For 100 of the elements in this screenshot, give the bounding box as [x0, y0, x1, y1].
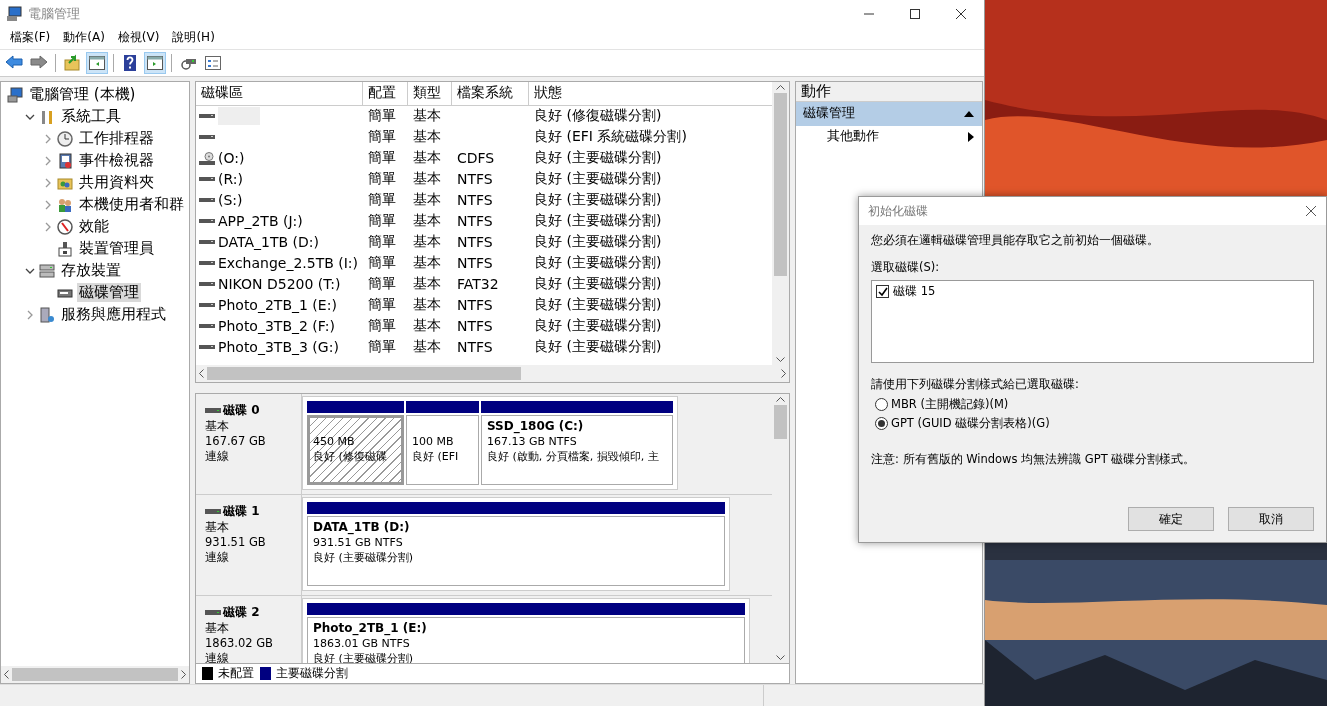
dialog-title: 初始化磁碟	[868, 202, 928, 220]
list-item[interactable]: 磁碟 15	[893, 284, 936, 299]
chevron-right-icon	[45, 155, 51, 166]
drive-icon	[199, 345, 215, 350]
field-label: 選取磁碟(S):	[871, 260, 941, 275]
menu-item[interactable]: 檢視(V)	[111, 29, 167, 47]
table-cell-text: 良好 (主要磁碟分割)	[533, 338, 663, 357]
table-cell-text: NTFS	[456, 171, 494, 188]
tree-item[interactable]: 事件檢視器	[77, 151, 156, 171]
menu-item[interactable]: 說明(H)	[166, 29, 222, 47]
partition-size: 450 MB	[313, 433, 356, 449]
radio-label[interactable]: MBR (主開機記錄)(M)	[891, 397, 1009, 412]
table-cell-text: 良好 (主要磁碟分割)	[533, 275, 663, 294]
column-header[interactable]: 狀態	[529, 81, 769, 105]
disk-name: 磁碟 0	[223, 401, 260, 419]
ok-button[interactable]: 確定	[1128, 507, 1214, 531]
tree-item[interactable]: 服務與應用程式	[59, 305, 168, 325]
chevron-right-icon	[45, 177, 51, 188]
pane-button[interactable]	[144, 51, 166, 74]
column-header[interactable]: 配置	[363, 81, 408, 105]
table-cell-text: 簡單	[367, 170, 397, 189]
pane-button[interactable]	[86, 51, 108, 74]
chevron-right-icon	[45, 133, 51, 144]
drive-icon	[199, 135, 215, 140]
scroll-thumb[interactable]	[12, 668, 178, 682]
tree-item[interactable]: 工作排程器	[77, 129, 156, 149]
tree-item[interactable]: 裝置管理員	[77, 239, 156, 259]
window-title: 電腦管理	[28, 4, 81, 23]
computer-icon	[7, 86, 23, 103]
scroll-thumb[interactable]	[207, 366, 522, 380]
table-cell-text: NTFS	[456, 213, 494, 230]
table-cell-text: 簡單	[367, 338, 397, 357]
dialog-message: 您必須在邏輯磁碟管理員能存取它之前初始一個磁碟。	[871, 233, 1160, 248]
drive-icon	[199, 177, 215, 182]
scroll-up-icon	[776, 396, 785, 402]
table-cell-text: 良好 (主要磁碟分割)	[533, 191, 663, 210]
horizontal-scrollbar[interactable]	[196, 364, 789, 382]
column-header[interactable]: 檔案系統	[452, 81, 529, 105]
disk-name: 磁碟 1	[223, 502, 260, 520]
table-cell-text: 簡單	[367, 233, 397, 252]
list-window-icon	[204, 53, 222, 72]
action-item[interactable]: 其他動作	[796, 125, 982, 148]
partition[interactable]: 100 MB 良好 (EFI	[406, 414, 479, 485]
partition[interactable]: DATA_1TB (D:) 931.51 GB NTFS 良好 (主要磁碟分割)	[307, 515, 725, 586]
radio-label[interactable]: GPT (GUID 磁碟分割表格)(G)	[891, 416, 1050, 431]
vertical-scrollbar[interactable]	[772, 81, 789, 365]
checkbox[interactable]	[876, 285, 889, 298]
table-cell-text: 簡單	[367, 317, 397, 336]
disk-status: 連線	[205, 448, 230, 464]
drive-icon	[199, 303, 215, 308]
tree-item[interactable]: 系統工具	[59, 107, 123, 127]
disk-type: 基本	[205, 519, 230, 535]
scroll-down-icon	[776, 654, 785, 660]
pane-icon	[88, 53, 106, 72]
section-title: 磁碟管理	[803, 105, 855, 123]
scroll-thumb[interactable]	[774, 404, 787, 440]
users-icon	[57, 196, 73, 213]
chevron-right-icon	[45, 221, 51, 232]
partition[interactable]: 450 MB 良好 (修復磁碟	[307, 414, 404, 485]
forward-arrow-icon	[30, 53, 48, 72]
radio-button[interactable]	[875, 417, 888, 430]
partition-size: 1863.01 GB NTFS	[313, 636, 411, 651]
scroll-thumb[interactable]	[774, 92, 787, 276]
action-section[interactable]: 磁碟管理	[796, 101, 982, 126]
partition-status: 良好 (啟動, 分頁檔案, 損毀傾印, 主	[487, 448, 660, 464]
tree-item[interactable]: 存放裝置	[59, 261, 123, 281]
drive-icon	[199, 198, 215, 203]
cd-drive-icon	[199, 151, 215, 165]
table-cell-text: 基本	[412, 338, 442, 357]
horizontal-scrollbar[interactable]	[1, 666, 189, 684]
table-cell-text: NTFS	[456, 339, 494, 356]
drive-icon	[199, 282, 215, 287]
menu-item[interactable]: 動作(A)	[57, 29, 112, 47]
table-cell-text: NTFS	[456, 234, 494, 251]
tree-item[interactable]: 本機使用者和群	[77, 195, 186, 215]
disk-type: 基本	[205, 418, 230, 434]
table-cell: DATA_1TB (D:)	[218, 234, 319, 251]
menu-item[interactable]: 檔案(F)	[4, 29, 58, 47]
radio-button[interactable]	[875, 398, 888, 411]
table-cell-text: 簡單	[367, 191, 397, 210]
table-cell-text: 基本	[412, 170, 442, 189]
table-cell-text: 基本	[412, 191, 442, 210]
scroll-down-icon	[776, 356, 785, 362]
column-header[interactable]: 磁碟區	[196, 81, 363, 105]
partition[interactable]: Photo_2TB_1 (E:) 1863.01 GB NTFS 良好 (主要磁碟分割)	[307, 616, 745, 663]
scroll-up-icon	[776, 84, 785, 90]
chevron-right-icon	[27, 309, 33, 320]
tree-item[interactable]: 磁碟管理	[77, 283, 141, 303]
partition[interactable]: SSD_180G (C:) 167.13 GB NTFS 良好 (啟動, 分頁檔案, 損毀傾印, 主	[481, 414, 673, 485]
log-book-icon	[57, 152, 73, 169]
column-header[interactable]: 類型	[408, 81, 452, 105]
tree-item[interactable]: 電腦管理 (本機)	[27, 85, 138, 105]
disk-list[interactable]: 磁碟 15	[871, 280, 1314, 363]
tree-item[interactable]: 效能	[77, 217, 111, 237]
table-cell-text: 基本	[412, 275, 442, 294]
tree-item[interactable]: 共用資料夾	[77, 173, 156, 193]
drive-icon	[205, 508, 221, 514]
cancel-button[interactable]: 取消	[1228, 507, 1314, 531]
scroll-left-icon	[4, 670, 9, 680]
clock-icon	[57, 130, 73, 147]
